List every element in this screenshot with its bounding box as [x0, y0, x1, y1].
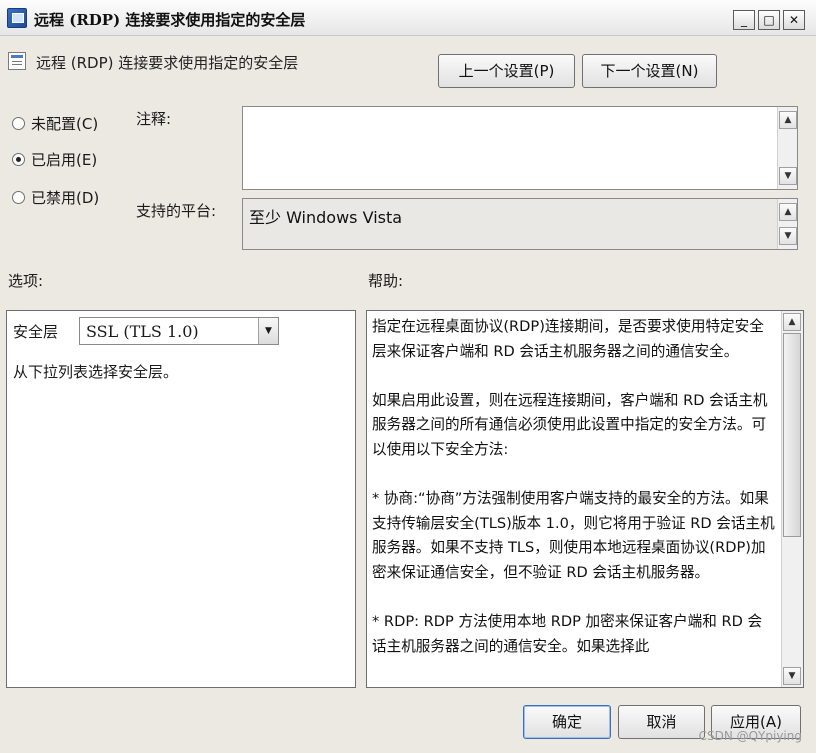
maximize-button[interactable]: □: [758, 10, 780, 30]
comment-scrollbar[interactable]: ▲ ▼: [777, 107, 797, 189]
help-scrollbar[interactable]: ▲ ▼: [781, 311, 803, 687]
security-layer-value: SSL (TLS 1.0): [86, 322, 199, 341]
previous-setting-button[interactable]: 上一个设置(P): [438, 54, 575, 88]
comment-label: 注释:: [136, 110, 172, 128]
watermark: CSDN @QYpiying: [698, 729, 802, 743]
radio-disabled-label: 已禁用(D): [31, 188, 100, 207]
window-app-icon: [7, 8, 27, 28]
scroll-up-icon[interactable]: ▲: [783, 313, 801, 331]
chevron-down-icon[interactable]: ▼: [258, 318, 278, 344]
help-paragraph: * RDP: RDP 方法使用本地 RDP 加密来保证客户端和 RD 会话主机服…: [372, 613, 763, 655]
security-layer-select[interactable]: SSL (TLS 1.0) ▼: [79, 317, 279, 345]
platform-scrollbar[interactable]: ▲ ▼: [777, 199, 797, 249]
security-layer-description: 从下拉列表选择安全层。: [13, 363, 179, 381]
radio-not-configured-indicator[interactable]: [12, 116, 25, 130]
options-section-label: 选项:: [8, 272, 44, 290]
radio-not-configured-label: 未配置(C): [31, 114, 99, 133]
help-paragraph: 如果启用此设置，则在远程连接期间，客户端和 RD 会话主机服务器之间的所有通信必…: [372, 391, 768, 458]
policy-setting-icon: [8, 52, 26, 70]
radio-enabled-label: 已启用(E): [31, 150, 98, 169]
help-paragraph: * 协商:“协商”方法强制使用客户端支持的最安全的方法。如果支持传输层安全(TL…: [372, 490, 775, 581]
help-section-label: 帮助:: [368, 272, 404, 290]
options-panel: 安全层 SSL (TLS 1.0) ▼ 从下拉列表选择安全层。: [6, 310, 356, 688]
radio-enabled-indicator[interactable]: [12, 152, 25, 166]
minimize-button[interactable]: _: [733, 10, 755, 30]
help-text: 指定在远程桌面协议(RDP)连接期间，是否要求使用特定安全层来保证客户端和 RD…: [372, 315, 775, 684]
window-title: 远程 (RDP) 连接要求使用指定的安全层: [34, 11, 306, 29]
security-layer-label: 安全层: [13, 323, 59, 341]
close-button[interactable]: ✕: [783, 10, 805, 30]
help-scrollbar-thumb[interactable]: [783, 333, 801, 537]
platform-field: 至少 Windows Vista ▲ ▼: [242, 198, 798, 250]
comment-textarea[interactable]: ▲ ▼: [242, 106, 798, 190]
title-bar: 远程 (RDP) 连接要求使用指定的安全层 _ □ ✕: [0, 0, 816, 36]
scroll-down-icon[interactable]: ▼: [783, 667, 801, 685]
scroll-up-icon[interactable]: ▲: [779, 203, 797, 221]
scroll-down-icon[interactable]: ▼: [779, 227, 797, 245]
radio-not-configured[interactable]: 未配置(C): [12, 112, 98, 134]
help-paragraph: 指定在远程桌面协议(RDP)连接期间，是否要求使用特定安全层来保证客户端和 RD…: [372, 318, 764, 360]
radio-disabled[interactable]: 已禁用(D): [12, 186, 99, 208]
scroll-down-icon[interactable]: ▼: [779, 167, 797, 185]
help-panel: 指定在远程桌面协议(RDP)连接期间，是否要求使用特定安全层来保证客户端和 RD…: [366, 310, 804, 688]
scroll-up-icon[interactable]: ▲: [779, 111, 797, 129]
cancel-button[interactable]: 取消: [618, 705, 705, 739]
next-setting-button[interactable]: 下一个设置(N): [582, 54, 717, 88]
radio-disabled-indicator[interactable]: [12, 190, 25, 204]
platform-value: 至少 Windows Vista: [249, 208, 403, 227]
radio-enabled[interactable]: 已启用(E): [12, 148, 97, 170]
platform-label: 支持的平台:: [136, 202, 217, 220]
setting-title: 远程 (RDP) 连接要求使用指定的安全层: [36, 54, 299, 72]
ok-button[interactable]: 确定: [523, 705, 611, 739]
